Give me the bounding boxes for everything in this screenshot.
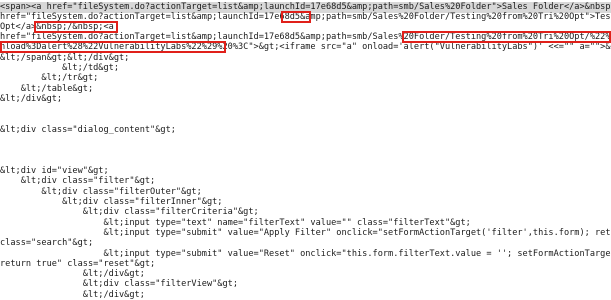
page-source-view: <span><a href="fileSystem.do?actionTarge… <box>0 0 611 300</box>
source-line-13: &lt;div class="dialog_content"&gt; <box>0 125 176 135</box>
highlight-encoded-payload <box>402 31 611 43</box>
source-line-10: &lt;/div&gt; <box>0 94 63 104</box>
highlight-nbsp-link <box>34 21 118 33</box>
highlight-onload-payload <box>0 41 226 53</box>
source-line-21: &lt;div class="filterCriteria"&gt; <box>0 207 259 217</box>
source-line-18: &lt;div class="filter"&gt; <box>0 176 156 186</box>
source-line-28: &lt;div class="filterView"&gt; <box>0 279 238 289</box>
source-line-24: class="search"&gt; <box>0 238 94 248</box>
source-line-8: &lt;/tr&gt; <box>0 73 99 83</box>
highlight-path-param <box>281 11 311 23</box>
source-line-29: &lt;/div&gt; <box>0 290 145 300</box>
